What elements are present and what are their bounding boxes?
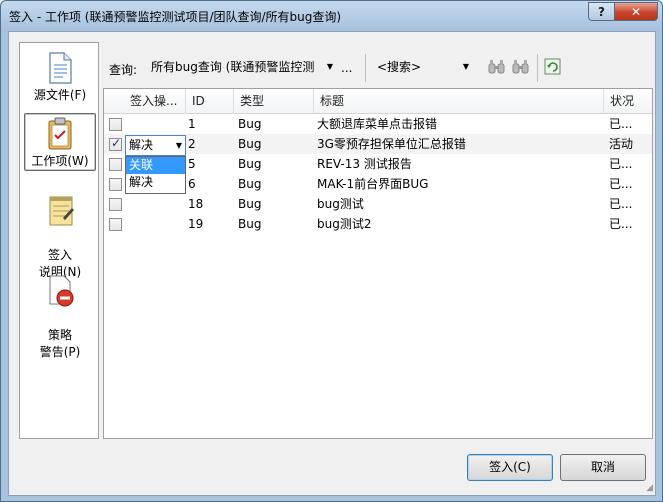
row-type: Bug	[238, 157, 262, 171]
column-header-title[interactable]: 标题	[313, 89, 603, 114]
table-header: 签入操... ID 类型 标题 状况	[104, 89, 652, 114]
row-status: 已...	[609, 177, 633, 191]
row-checkbox[interactable]	[109, 198, 122, 211]
row-checkbox[interactable]	[109, 178, 122, 191]
table-row[interactable]: 1 Bug 大额退库菜单点击报错 已...	[104, 114, 652, 134]
query-label: 查询:	[109, 63, 138, 77]
work-items-table: 签入操... ID 类型 标题 状况 1 Bug 大额退库菜单点击报错 已...…	[103, 88, 653, 439]
title-bar[interactable]: 签入 - 工作项 (联通预警监控测试项目/团队查询/所有bug查询) ? ✕	[1, 1, 662, 31]
option-associate[interactable]: 关联	[126, 157, 185, 174]
row-title: 3G零预存担保单位汇总报错	[317, 137, 466, 151]
clipboard-icon	[48, 117, 72, 150]
help-button[interactable]: ?	[588, 2, 615, 21]
warning-icon	[49, 275, 74, 307]
browse-query-button[interactable]: ...	[341, 61, 352, 75]
row-type: Bug	[238, 197, 262, 211]
row-type: Bug	[238, 217, 262, 231]
window-title: 签入 - 工作项 (联通预警监控测试项目/团队查询/所有bug查询)	[9, 10, 342, 24]
toolbar-divider	[365, 54, 366, 82]
row-title: 大额退库菜单点击报错	[317, 117, 438, 131]
column-header-type[interactable]: 类型	[233, 89, 313, 114]
help-icon: ?	[598, 4, 605, 19]
nav-item-source-files[interactable]: 源文件(F)	[24, 51, 96, 111]
column-header-id[interactable]: ID	[185, 89, 233, 114]
query-select[interactable]: 所有bug查询 (联通预警监控测 ▼	[147, 54, 337, 80]
search-select[interactable]: <搜索> ▼	[373, 54, 473, 80]
row-id: 19	[188, 217, 204, 231]
table-row[interactable]: 5 Bug REV-13 测试报告 已...	[104, 154, 652, 174]
checkin-action-value: 解决	[129, 138, 154, 152]
resize-grip-icon[interactable]: ◢	[646, 483, 653, 493]
query-select-value: 所有bug查询 (联通预警监控测	[151, 60, 315, 74]
search-select-value: <搜索>	[377, 60, 422, 74]
nav-item-work-items[interactable]: 工作项(W)	[24, 113, 96, 171]
find-next-icon[interactable]	[511, 58, 531, 76]
checkin-button[interactable]: 签入(C)	[467, 454, 553, 481]
nav-label-work-items: 工作项(W)	[31, 154, 89, 168]
table-row[interactable]: 6 Bug MAK-1前台界面BUG 已...	[104, 174, 652, 194]
row-checkbox[interactable]	[109, 136, 122, 151]
column-header-status[interactable]: 状况	[603, 89, 652, 114]
chevron-down-icon: ▼	[175, 141, 182, 150]
table-row[interactable]: 19 Bug bug测试2 已...	[104, 214, 652, 234]
column-header-checkin-action[interactable]: 签入操...	[124, 89, 186, 114]
row-id: 6	[188, 177, 196, 191]
dialog-window: 签入 - 工作项 (联通预警监控测试项目/团队查询/所有bug查询) ? ✕ 源…	[0, 0, 663, 502]
dialog-client: 源文件(F) 工作项(W) 签入 说明(N) 策略 警告(P) 查询: 所有bu…	[8, 31, 656, 496]
row-checkbox[interactable]	[109, 158, 122, 171]
close-icon: ✕	[630, 4, 642, 19]
row-status: 已...	[609, 117, 633, 131]
nav-label-source-files: 源文件(F)	[33, 88, 87, 102]
nav-item-checkin-notes[interactable]: 签入 说明(N)	[24, 177, 96, 279]
row-status: 已...	[609, 157, 633, 171]
row-id: 18	[188, 197, 204, 211]
find-icon[interactable]	[487, 58, 507, 76]
row-id: 1	[188, 117, 196, 131]
cancel-button[interactable]: 取消	[560, 454, 646, 481]
row-type: Bug	[238, 117, 262, 131]
notepad-icon	[49, 196, 74, 226]
row-status: 已...	[609, 217, 633, 231]
row-checkbox[interactable]	[109, 118, 122, 131]
nav-label-policy-warnings: 策略 警告(P)	[39, 328, 81, 359]
option-resolve[interactable]: 解决	[126, 174, 185, 191]
row-type: Bug	[238, 137, 262, 151]
toolbar-divider	[537, 54, 538, 82]
chevron-down-icon: ▼	[462, 62, 469, 71]
checkin-action-options: 关联 解决	[125, 156, 186, 194]
refresh-icon[interactable]	[543, 58, 563, 76]
table-row[interactable]: 2 Bug 3G零预存担保单位汇总报错 活动	[104, 134, 652, 154]
checkin-action-select[interactable]: 解决 ▼	[125, 135, 186, 156]
row-checkbox[interactable]	[109, 218, 122, 231]
close-button[interactable]: ✕	[614, 2, 658, 21]
row-id: 2	[188, 137, 196, 151]
query-toolbar: 查询: 所有bug查询 (联通预警监控测 ▼ ... <搜索> ▼	[105, 50, 653, 86]
row-type: Bug	[238, 177, 262, 191]
row-title: MAK-1前台界面BUG	[317, 177, 429, 191]
row-title: bug测试	[317, 197, 364, 211]
left-nav: 源文件(F) 工作项(W) 签入 说明(N) 策略 警告(P)	[19, 42, 99, 439]
row-title: bug测试2	[317, 217, 372, 231]
row-id: 5	[188, 157, 196, 171]
chevron-down-icon: ▼	[326, 62, 333, 71]
table-row[interactable]: 18 Bug bug测试 已...	[104, 194, 652, 214]
row-title: REV-13 测试报告	[317, 157, 412, 171]
nav-item-policy-warnings[interactable]: 策略 警告(P)	[24, 257, 96, 359]
row-status: 已...	[609, 197, 633, 211]
row-status: 活动	[609, 137, 634, 151]
document-icon	[49, 52, 72, 84]
